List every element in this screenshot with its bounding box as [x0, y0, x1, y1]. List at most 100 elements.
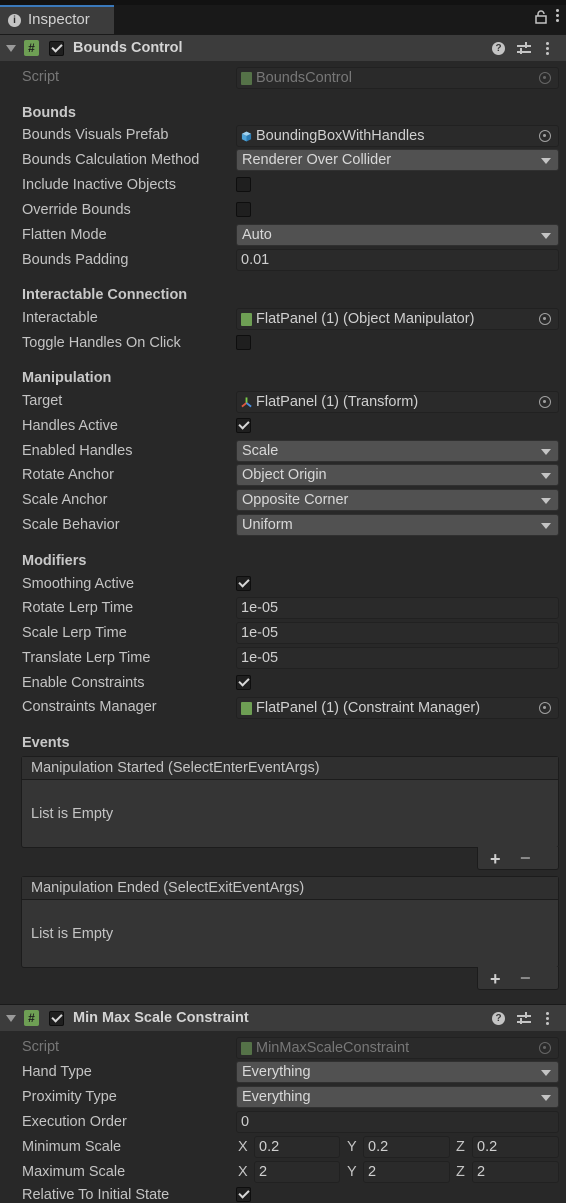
- minimum-scale-vector: X 0.2 Y 0.2 Z 0.2: [236, 1136, 559, 1158]
- axis-x-label: X: [238, 1164, 248, 1180]
- component-menu-icon[interactable]: [546, 1012, 550, 1027]
- script-file-icon: [241, 1042, 252, 1055]
- remove-event-button[interactable]: −: [520, 968, 531, 989]
- maximum-scale-vector: X 2 Y 2 Z 2: [236, 1161, 559, 1183]
- smoothing-active-label: Smoothing Active: [22, 576, 135, 592]
- add-event-button[interactable]: +: [490, 969, 501, 990]
- target-label: Target: [22, 393, 63, 409]
- scale-behavior-label: Scale Behavior: [22, 517, 120, 533]
- translate-lerp-input[interactable]: 1e-05: [236, 647, 559, 669]
- bounds-visuals-prefab-field[interactable]: BoundingBoxWithHandles: [236, 125, 559, 147]
- presets-icon[interactable]: [517, 1012, 531, 1025]
- object-picker-icon: [539, 1042, 551, 1054]
- info-icon: i: [8, 14, 21, 27]
- flatten-mode-dropdown[interactable]: Auto: [236, 224, 559, 246]
- minimum-scale-z-input[interactable]: 0.2: [472, 1136, 559, 1158]
- proximity-type-dropdown[interactable]: Everything: [236, 1086, 559, 1108]
- component-enabled-checkbox[interactable]: [49, 41, 64, 56]
- bounds-padding-input[interactable]: 0.01: [236, 249, 559, 271]
- axis-y-label: Y: [347, 1139, 357, 1155]
- maximum-scale-x-input[interactable]: 2: [254, 1161, 340, 1183]
- handles-active-checkbox[interactable]: [236, 418, 251, 433]
- help-icon[interactable]: ?: [492, 42, 505, 55]
- axis-z-label: Z: [456, 1139, 465, 1155]
- axis-y-label: Y: [347, 1164, 357, 1180]
- tab-label: Inspector: [28, 11, 90, 28]
- enabled-handles-dropdown[interactable]: Scale: [236, 440, 559, 462]
- transform-icon: [241, 397, 252, 408]
- foldout-caret-icon[interactable]: [6, 45, 16, 52]
- script-icon: #: [24, 1010, 39, 1026]
- script-file-icon: [241, 313, 252, 326]
- bounds-padding-label: Bounds Padding: [22, 252, 129, 268]
- interactable-label: Interactable: [22, 310, 98, 326]
- dropdown-arrow-icon: [541, 473, 551, 479]
- dropdown-arrow-icon: [541, 1070, 551, 1076]
- axis-x-label: X: [238, 1139, 248, 1155]
- override-bounds-label: Override Bounds: [22, 202, 131, 218]
- constraints-manager-field[interactable]: FlatPanel (1) (Constraint Manager): [236, 697, 559, 719]
- rotate-anchor-label: Rotate Anchor: [22, 467, 114, 483]
- maximum-scale-z-input[interactable]: 2: [472, 1161, 559, 1183]
- scale-behavior-dropdown[interactable]: Uniform: [236, 514, 559, 536]
- component-menu-icon[interactable]: [546, 42, 550, 57]
- target-field[interactable]: FlatPanel (1) (Transform): [236, 391, 559, 413]
- component-title: Min Max Scale Constraint: [73, 1010, 249, 1026]
- dropdown-arrow-icon: [541, 523, 551, 529]
- enable-constraints-checkbox[interactable]: [236, 675, 251, 690]
- prefab-cube-icon: [241, 131, 252, 142]
- event-list-footer: + −: [477, 847, 559, 870]
- min-max-scale-header[interactable]: # Min Max Scale Constraint ?: [0, 1004, 566, 1031]
- dropdown-arrow-icon: [541, 233, 551, 239]
- proximity-type-label: Proximity Type: [22, 1089, 117, 1105]
- bounds-calc-method-dropdown[interactable]: Renderer Over Collider: [236, 149, 559, 171]
- hand-type-dropdown[interactable]: Everything: [236, 1061, 559, 1083]
- tab-menu-icon[interactable]: [556, 9, 560, 24]
- foldout-caret-icon[interactable]: [6, 1015, 16, 1022]
- section-interactable-connection: Interactable Connection: [22, 287, 188, 303]
- section-events: Events: [22, 735, 70, 751]
- rotate-lerp-input[interactable]: 1e-05: [236, 597, 559, 619]
- maximum-scale-y-input[interactable]: 2: [363, 1161, 450, 1183]
- scale-anchor-dropdown[interactable]: Opposite Corner: [236, 489, 559, 511]
- object-picker-icon[interactable]: [539, 313, 551, 325]
- list-empty-text: List is Empty: [31, 926, 114, 942]
- include-inactive-checkbox[interactable]: [236, 177, 251, 192]
- bounds-calc-method-label: Bounds Calculation Method: [22, 152, 200, 168]
- script-file-icon: [241, 702, 252, 715]
- component-enabled-checkbox[interactable]: [49, 1011, 64, 1026]
- remove-event-button[interactable]: −: [520, 848, 531, 869]
- enable-constraints-label: Enable Constraints: [22, 675, 145, 691]
- rotate-lerp-label: Rotate Lerp Time: [22, 600, 134, 616]
- minimum-scale-y-input[interactable]: 0.2: [363, 1136, 450, 1158]
- lock-icon[interactable]: [535, 10, 547, 24]
- script-label: Script: [22, 1039, 60, 1055]
- add-event-button[interactable]: +: [490, 849, 501, 870]
- help-icon[interactable]: ?: [492, 1012, 505, 1025]
- section-modifiers: Modifiers: [22, 553, 87, 569]
- execution-order-input[interactable]: 0: [236, 1111, 559, 1133]
- object-picker-icon[interactable]: [539, 396, 551, 408]
- override-bounds-checkbox[interactable]: [236, 202, 251, 217]
- enabled-handles-label: Enabled Handles: [22, 443, 133, 459]
- constraints-manager-label: Constraints Manager: [22, 699, 157, 715]
- smoothing-active-checkbox[interactable]: [236, 576, 251, 591]
- tab-inspector[interactable]: i Inspector: [0, 5, 114, 34]
- object-picker-icon[interactable]: [539, 702, 551, 714]
- axis-z-label: Z: [456, 1164, 465, 1180]
- bounds-control-header[interactable]: # Bounds Control ?: [0, 34, 566, 61]
- interactable-field[interactable]: FlatPanel (1) (Object Manipulator): [236, 308, 559, 330]
- handles-active-label: Handles Active: [22, 418, 118, 434]
- event-list-footer: + −: [477, 967, 559, 990]
- scale-lerp-input[interactable]: 1e-05: [236, 622, 559, 644]
- presets-icon[interactable]: [517, 42, 531, 55]
- scale-anchor-label: Scale Anchor: [22, 492, 108, 508]
- translate-lerp-label: Translate Lerp Time: [22, 650, 151, 666]
- object-picker-icon[interactable]: [539, 130, 551, 142]
- rotate-anchor-dropdown[interactable]: Object Origin: [236, 464, 559, 486]
- component-title: Bounds Control: [73, 40, 183, 56]
- toggle-handles-checkbox[interactable]: [236, 335, 251, 350]
- minimum-scale-x-input[interactable]: 0.2: [254, 1136, 340, 1158]
- script-field: BoundsControl: [236, 67, 559, 89]
- maximum-scale-label: Maximum Scale: [22, 1164, 126, 1180]
